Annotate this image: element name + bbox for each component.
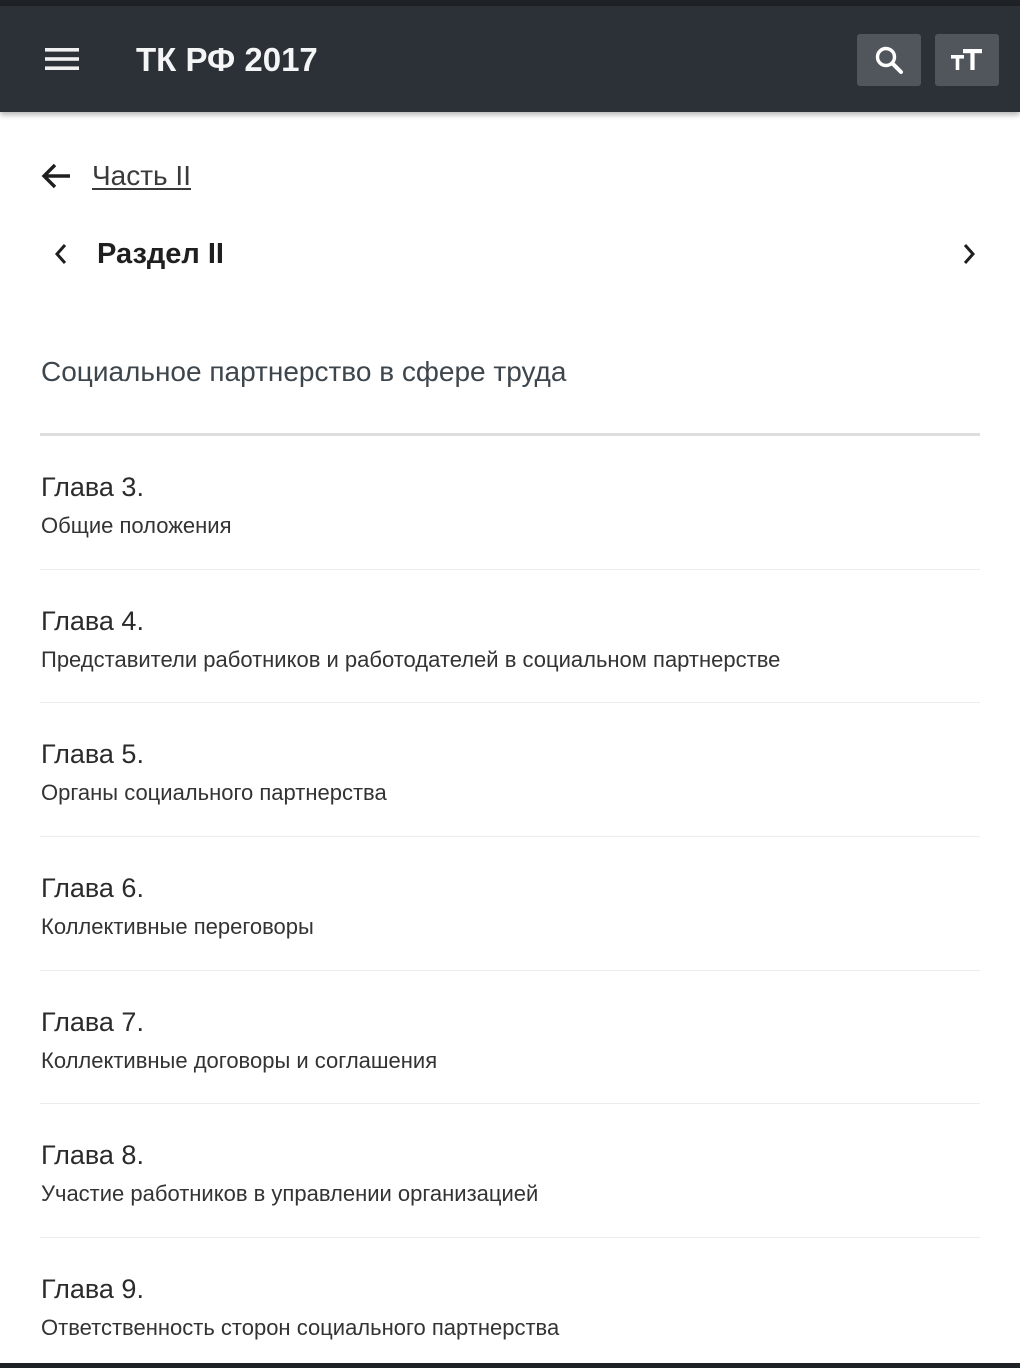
- back-link-label: Часть II: [92, 160, 191, 191]
- next-section-button[interactable]: [948, 228, 990, 280]
- chapter-item[interactable]: Глава 4. Представители работников и рабо…: [40, 570, 980, 704]
- chapter-item[interactable]: Глава 8. Участие работников в управлении…: [40, 1104, 980, 1239]
- text-size-button[interactable]: [935, 34, 999, 86]
- chevron-right-icon: [963, 244, 976, 264]
- chapter-title: Глава 8.: [41, 1140, 144, 1171]
- chapter-title: Глава 7.: [41, 1006, 144, 1037]
- chapter-description: Ответственность сторон социального партн…: [41, 1315, 560, 1341]
- chapter-description: Коллективные переговоры: [41, 914, 314, 940]
- back-link[interactable]: Часть II: [40, 152, 191, 200]
- chapter-description: Коллективные договоры и соглашения: [41, 1047, 438, 1073]
- chapter-item[interactable]: Глава 9. Ответственность сторон социальн…: [40, 1238, 980, 1368]
- search-icon: [875, 46, 903, 74]
- chapter-item[interactable]: Глава 7. Коллективные договоры и соглаше…: [40, 971, 980, 1105]
- section-subtitle: Социальное партнерство в сфере труда: [41, 356, 567, 387]
- app-bar: ТК РФ 2017: [0, 6, 1020, 112]
- chapter-title: Глава 3.: [41, 472, 144, 502]
- chapter-description: Представители работников и работодателей…: [41, 646, 781, 672]
- chapter-title: Глава 9.: [41, 1274, 144, 1305]
- previous-section-button[interactable]: [40, 228, 82, 280]
- chapter-title: Глава 6.: [41, 873, 144, 904]
- section-navigation: Раздел II: [40, 228, 990, 280]
- chapter-description: Органы социального партнерства: [41, 780, 387, 806]
- search-button[interactable]: [857, 34, 921, 86]
- chapter-item[interactable]: Глава 5. Органы социального партнерства: [40, 703, 980, 838]
- chapter-item[interactable]: Глава 3. Общие положения: [40, 436, 980, 570]
- app-title: ТК РФ 2017: [136, 41, 318, 78]
- chevron-left-icon: [54, 244, 67, 264]
- chapter-description: Общие положения: [41, 513, 232, 538]
- bottom-edge: [0, 1363, 1020, 1368]
- text-size-icon: [951, 49, 982, 70]
- menu-button[interactable]: [30, 31, 94, 87]
- section-title: Раздел II: [97, 238, 224, 270]
- arrow-left-icon: [41, 163, 70, 189]
- chapter-item[interactable]: Глава 6. Коллективные переговоры: [40, 837, 980, 971]
- chapter-title: Глава 4.: [41, 605, 144, 636]
- app-screen: ТК РФ 2017 Часть II Раздел II Социальное…: [0, 0, 1020, 1368]
- hamburger-menu-icon: [45, 48, 79, 70]
- chapter-list: Глава 3. Общие положения Глава 4. Предст…: [40, 436, 980, 1368]
- chapter-title: Глава 5.: [41, 739, 144, 770]
- chapter-description: Участие работников в управлении организа…: [41, 1181, 539, 1207]
